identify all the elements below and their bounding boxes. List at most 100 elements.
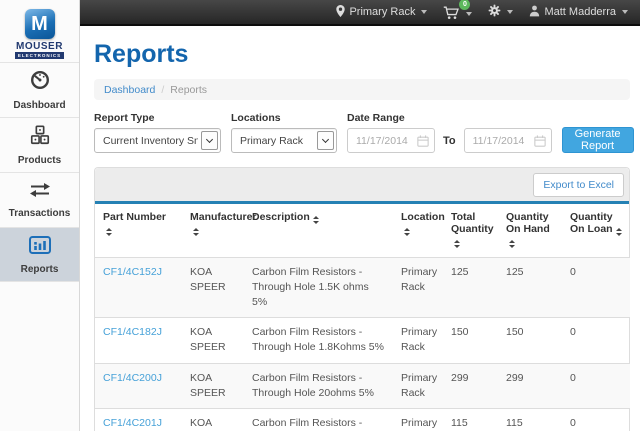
sort-icon [616, 228, 622, 236]
table-row: CF1/4C152J KOA SPEER Carbon Film Resisto… [95, 257, 630, 318]
location-cell: Primary Rack [393, 318, 443, 363]
date-range-to-label: To [443, 135, 456, 147]
report-filters: Report Type Current Inventory Snapshot L… [94, 112, 630, 153]
cart-count-badge: 0 [459, 0, 470, 10]
location-cell: Primary Rack [393, 363, 443, 408]
description-cell: Carbon Film Resistors - Through Hole 20o… [244, 363, 393, 408]
location-cell: Primary Rack [393, 409, 443, 431]
inventory-report-table: Part Number Manufacturer Description Loc… [95, 204, 630, 431]
calendar-icon [534, 135, 546, 150]
location-dropdown[interactable]: Primary Rack [336, 5, 427, 20]
sort-icon [193, 228, 199, 236]
table-row: CF1/4C182J KOA SPEER Carbon Film Resisto… [95, 318, 630, 363]
breadcrumb-current: Reports [170, 84, 207, 96]
mouser-logo-mark: M [25, 9, 55, 39]
sidebar-item-label: Reports [21, 264, 59, 275]
total-quantity-cell: 150 [443, 318, 498, 363]
user-name-label: Matt Madderra [544, 6, 616, 18]
location-label: Primary Rack [349, 6, 415, 18]
breadcrumb-link-dashboard[interactable]: Dashboard [104, 84, 155, 96]
sidebar-item-label: Products [18, 155, 61, 166]
col-header-quantity-on-hand[interactable]: Quantity On Hand [498, 204, 562, 257]
total-quantity-cell: 125 [443, 257, 498, 318]
location-cell: Primary Rack [393, 257, 443, 318]
col-header-quantity-on-loan[interactable]: Quantity On Loan [562, 204, 630, 257]
table-header-row: Part Number Manufacturer Description Loc… [95, 204, 630, 257]
locations-value: Primary Rack [240, 135, 303, 147]
quantity-on-loan-cell: 0 [562, 318, 630, 363]
sort-icon [509, 240, 515, 248]
report-type-label: Report Type [94, 112, 221, 124]
select-chevron-icon [201, 131, 218, 150]
main-content: Reports Dashboard / Reports Report Type … [80, 28, 640, 431]
date-to-value: 11/17/2014 [473, 135, 525, 147]
sidebar-item-reports[interactable]: Reports [0, 227, 79, 282]
manufacturer-cell: KOA SPEER [182, 318, 244, 363]
part-number-link[interactable]: CF1/4C152J [103, 266, 162, 278]
report-results-panel: Export to Excel Part Number Manufacturer… [94, 167, 630, 431]
col-header-manufacturer[interactable]: Manufacturer [182, 204, 244, 257]
sort-icon [454, 240, 460, 248]
part-number-link[interactable]: CF1/4C182J [103, 326, 162, 338]
settings-dropdown[interactable] [488, 4, 513, 20]
quantity-on-loan-cell: 0 [562, 409, 630, 431]
quantity-on-loan-cell: 0 [562, 363, 630, 408]
mouser-logo-word: MOUSER [16, 42, 63, 52]
sort-icon [313, 216, 319, 224]
products-boxes-icon [29, 124, 51, 151]
manufacturer-cell: KOA SPEER [182, 409, 244, 431]
sidebar-item-dashboard[interactable]: Dashboard [0, 62, 79, 117]
date-to-input[interactable]: 11/17/2014 [464, 128, 552, 153]
app-window: M MOUSER ELECTRONICS Dashboard [0, 0, 640, 431]
cart-dropdown[interactable]: 0 [443, 2, 472, 23]
mouser-logo[interactable]: M MOUSER ELECTRONICS [0, 0, 79, 62]
gear-icon [488, 4, 501, 20]
caret-down-icon [507, 10, 513, 14]
date-from-value: 11/17/2014 [356, 135, 408, 147]
description-cell: Carbon Film Resistors - Through Hole 1.8… [244, 318, 393, 363]
calendar-icon [417, 135, 429, 150]
topbar: Primary Rack 0 [80, 0, 640, 26]
description-cell: Carbon Film Resistors - Through Hole 1.5… [244, 257, 393, 318]
sidebar-item-label: Transactions [9, 208, 71, 219]
quantity-on-hand-cell: 299 [498, 363, 562, 408]
total-quantity-cell: 299 [443, 363, 498, 408]
date-range-label: Date Range [347, 112, 552, 124]
caret-down-icon [622, 10, 628, 14]
page-title: Reports [94, 40, 630, 69]
sort-icon [106, 228, 112, 236]
caret-down-icon [466, 12, 472, 16]
sidebar-item-transactions[interactable]: Transactions [0, 172, 79, 227]
panel-header: Export to Excel [95, 168, 629, 201]
quantity-on-hand-cell: 115 [498, 409, 562, 431]
report-type-select[interactable]: Current Inventory Snapshot [94, 128, 221, 153]
description-cell: Carbon Film Resistors - Through Hole 200… [244, 409, 393, 431]
date-from-input[interactable]: 11/17/2014 [347, 128, 435, 153]
manufacturer-cell: KOA SPEER [182, 363, 244, 408]
total-quantity-cell: 115 [443, 409, 498, 431]
sidebar-item-label: Dashboard [13, 100, 65, 111]
generate-report-button[interactable]: Generate Report [562, 127, 634, 153]
user-icon [529, 5, 540, 20]
table-row: CF1/4C200J KOA SPEER Carbon Film Resisto… [95, 363, 630, 408]
col-header-total-quantity[interactable]: Total Quantity [443, 204, 498, 257]
col-header-location[interactable]: Location [393, 204, 443, 257]
location-pin-icon [336, 5, 345, 20]
export-to-excel-button[interactable]: Export to Excel [533, 173, 624, 197]
manufacturer-cell: KOA SPEER [182, 257, 244, 318]
user-menu[interactable]: Matt Madderra [529, 5, 628, 20]
locations-select[interactable]: Primary Rack [231, 128, 337, 153]
breadcrumb-separator: / [161, 84, 164, 96]
report-type-value: Current Inventory Snapshot [103, 135, 198, 147]
locations-label: Locations [231, 112, 337, 124]
mouser-logo-subtitle: ELECTRONICS [15, 52, 64, 59]
col-header-part-number[interactable]: Part Number [95, 204, 182, 257]
reports-chart-icon [28, 235, 52, 260]
sidebar: M MOUSER ELECTRONICS Dashboard [0, 0, 80, 431]
sidebar-item-products[interactable]: Products [0, 117, 79, 172]
part-number-link[interactable]: CF1/4C201J [103, 417, 162, 429]
transactions-arrows-icon [28, 181, 52, 204]
quantity-on-hand-cell: 150 [498, 318, 562, 363]
col-header-description[interactable]: Description [244, 204, 393, 257]
part-number-link[interactable]: CF1/4C200J [103, 372, 162, 384]
